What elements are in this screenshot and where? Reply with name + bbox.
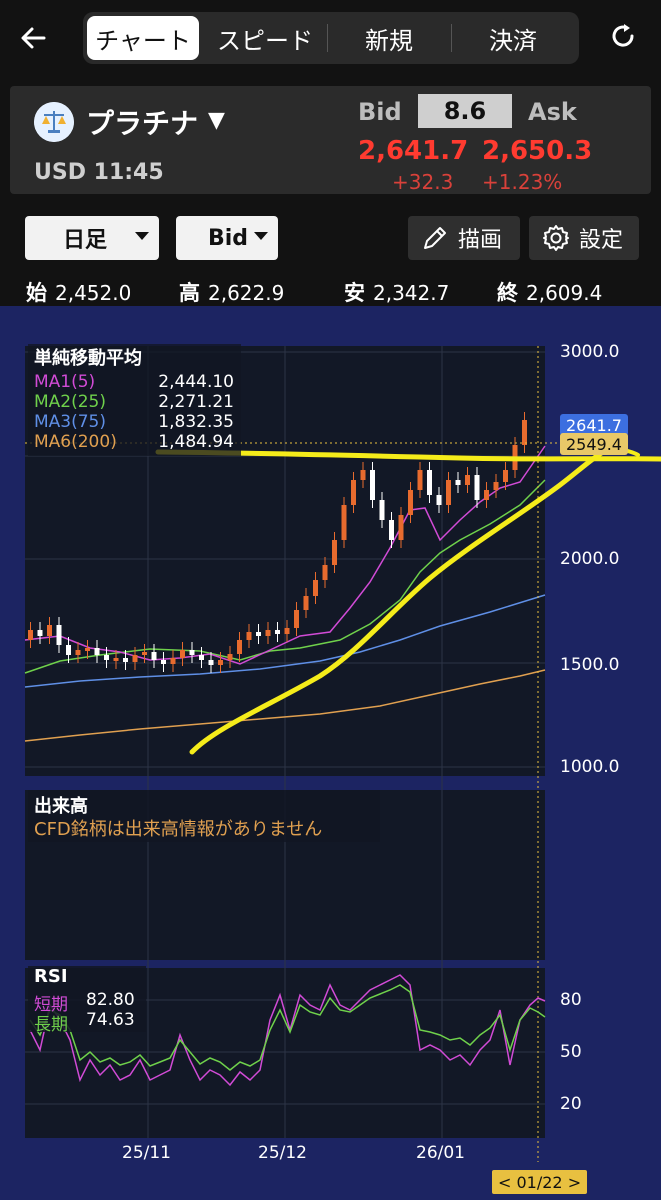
candle-body [227,654,233,660]
candle-body [28,630,33,640]
candle-body [180,650,185,658]
candle-body [246,632,252,640]
price-axis-label: 1500.0 [560,655,620,675]
candle-body [123,658,128,662]
price-axis-label: 2000.0 [560,549,620,569]
candle-body [417,470,423,490]
candle-body [170,658,176,664]
ma1-value: 2,444.10 [158,372,234,392]
ma3-legend-row: MA3(75) 1,832.35 [34,412,234,432]
candle-body [303,596,309,610]
rsi-axis-label: 50 [560,1042,582,1062]
candle-body [360,470,366,480]
candle-body [237,640,242,654]
candle-body [256,632,261,636]
candle-body [132,655,138,662]
candle-body [503,470,508,482]
rsi-title: RSI [34,966,68,987]
candle-body [161,660,166,664]
ma6-value: 1,484.94 [158,432,234,452]
ma6-label: MA6(200) [34,432,117,452]
rsi-axis-label: 80 [560,990,582,1010]
ma1-legend-row: MA1(5) 2,444.10 [34,372,234,392]
ma3-label: MA3(75) [34,412,107,432]
candle-body [284,628,290,634]
candle-body [275,630,280,634]
candle-body [189,650,195,655]
candle-body [322,565,328,580]
rsi-long-value: 74.63 [86,1010,135,1030]
candle-body [66,645,71,655]
candle-body [351,480,356,505]
candle-body [142,652,147,655]
candle-body [389,520,394,540]
rsi-legend: RSI 短期 82.80 長期 74.63 [28,966,146,1035]
ma2-legend-row: MA2(25) 2,271.21 [34,392,234,412]
rsi-axis-label: 20 [560,1094,582,1114]
ma1-label: MA1(5) [34,372,96,392]
candle-body [522,420,527,445]
candle-body [104,655,109,660]
candle-body [484,490,489,500]
rsi-long-label: 長期 [34,1015,68,1035]
candle-body [370,470,375,500]
ma6-legend-row: MA6(200) 1,484.94 [34,432,234,452]
candle-body [493,482,499,490]
candle-body [332,540,337,565]
candle-body [446,480,451,505]
candle-body [398,515,404,540]
candle-body [151,652,157,660]
candle-body [341,505,347,540]
cursor-date-tag: < 01/22 > [492,1170,588,1194]
candle-body [208,660,214,665]
candle-body [294,610,299,628]
candle-body [47,625,52,636]
candle-body [75,650,81,655]
ma2-label: MA2(25) [34,392,107,412]
volume-legend: 出来高 CFD銘柄は出来高情報がありません [28,790,380,842]
price-axis-label: 3000.0 [560,342,620,362]
candle-body [85,648,90,651]
cursor-price-tag: 2549.4 [560,433,628,455]
candle-body [408,490,413,515]
x-axis-label: 25/11 [122,1143,171,1163]
candle-body [265,630,271,636]
candle-body [436,495,442,505]
price-axis-label: 1000.0 [560,757,620,777]
ma2-value: 2,271.21 [158,392,234,412]
x-axis-label: 25/12 [258,1143,307,1163]
candle-body [37,630,43,636]
candle-body [455,480,461,485]
candle-body [94,648,100,655]
candle-body [218,660,223,665]
volume-message: CFD銘柄は出来高情報がありません [34,819,323,840]
candle-body [474,475,480,500]
candle-body [465,475,470,485]
ma-legend: 単純移動平均 MA1(5) 2,444.10 MA2(25) 2,271.21 … [28,344,241,456]
ma3-value: 1,832.35 [158,412,234,432]
candle-body [427,470,432,495]
candle-body [113,658,119,661]
candle-body [379,500,385,520]
candle-body [56,625,62,645]
x-axis-label: 26/01 [416,1143,465,1163]
candle-body [313,580,318,596]
candle-body [199,655,204,660]
ma-legend-title: 単純移動平均 [34,348,142,369]
rsi-short-value: 82.80 [86,990,135,1010]
